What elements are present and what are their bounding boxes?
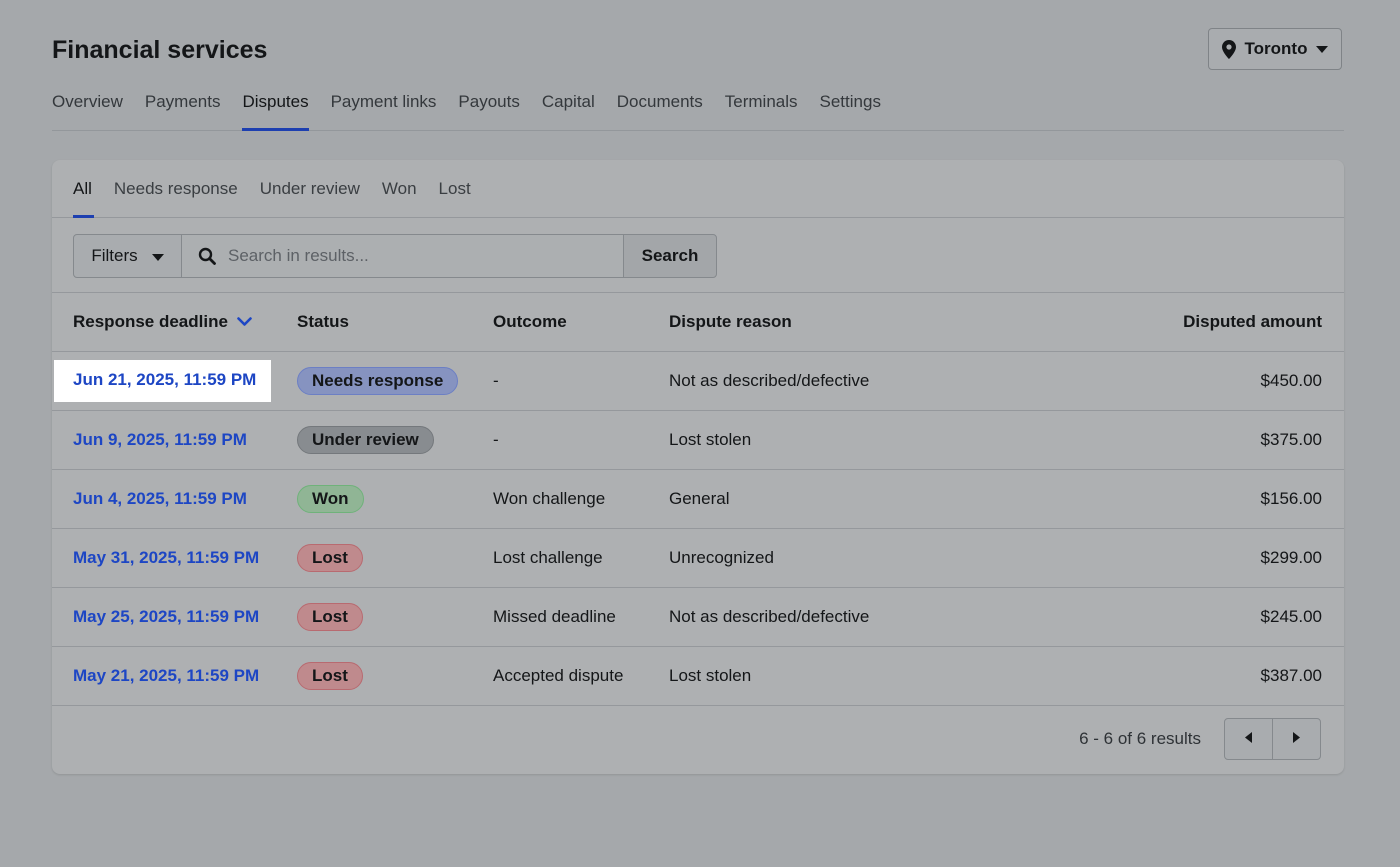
status-badge: Lost xyxy=(297,662,363,690)
table-row: Jun 9, 2025, 11:59 PM Under review - Los… xyxy=(52,410,1344,470)
caret-down-icon xyxy=(151,246,164,266)
reason-cell: General xyxy=(669,469,1082,529)
outcome-cell: - xyxy=(493,410,669,470)
location-selector[interactable]: Toronto xyxy=(1208,28,1342,70)
previous-page-button[interactable] xyxy=(1224,718,1273,760)
table-row: Jun 4, 2025, 11:59 PM Won Won challenge … xyxy=(52,469,1344,529)
nav-tab-capital[interactable]: Capital xyxy=(531,88,606,130)
search-button[interactable]: Search xyxy=(623,234,717,278)
amount-cell: $245.00 xyxy=(1082,587,1344,647)
deadline-link[interactable]: Jun 9, 2025, 11:59 PM xyxy=(73,430,247,450)
outcome-cell: - xyxy=(493,351,669,411)
nav-tab-payment-links[interactable]: Payment links xyxy=(320,88,448,130)
next-page-button[interactable] xyxy=(1272,718,1321,760)
table-row: Jun 21, 2025, 11:59 PM Needs response - … xyxy=(52,351,1344,411)
reason-cell: Not as described/defective xyxy=(669,351,1082,411)
search-field xyxy=(181,234,624,278)
deadline-link[interactable]: Jun 4, 2025, 11:59 PM xyxy=(73,489,247,509)
subtab-lost[interactable]: Lost xyxy=(428,160,482,217)
pagination-summary: 6 - 6 of 6 results xyxy=(1079,729,1201,748)
search-input[interactable] xyxy=(226,245,620,267)
outcome-cell: Lost challenge xyxy=(493,528,669,588)
outcome-cell: Accepted dispute xyxy=(493,646,669,706)
amount-cell: $387.00 xyxy=(1082,646,1344,706)
column-header-reason: Dispute reason xyxy=(669,293,1082,352)
caret-right-icon xyxy=(1293,730,1300,748)
search-icon xyxy=(198,247,216,265)
subtab-won[interactable]: Won xyxy=(371,160,428,217)
amount-cell: $299.00 xyxy=(1082,528,1344,588)
nav-tab-terminals[interactable]: Terminals xyxy=(714,88,809,130)
page: Financial services Toronto Overview Paym… xyxy=(0,0,1400,867)
amount-cell: $450.00 xyxy=(1082,351,1344,411)
column-header-outcome: Outcome xyxy=(493,293,669,352)
status-badge: Under review xyxy=(297,426,434,454)
reason-cell: Lost stolen xyxy=(669,646,1082,706)
status-filter-tabs: All Needs response Under review Won Lost xyxy=(52,160,1344,218)
filters-button[interactable]: Filters xyxy=(73,234,182,278)
caret-down-icon xyxy=(1316,45,1329,53)
disputes-table: Response deadline Status Outcome Dispute… xyxy=(52,293,1344,706)
nav-tab-overview[interactable]: Overview xyxy=(52,88,134,130)
column-header-status: Status xyxy=(297,293,493,352)
status-badge: Lost xyxy=(297,603,363,631)
reason-cell: Unrecognized xyxy=(669,528,1082,588)
amount-cell: $156.00 xyxy=(1082,469,1344,529)
status-badge: Won xyxy=(297,485,364,513)
nav-tab-payments[interactable]: Payments xyxy=(134,88,232,130)
column-header-deadline[interactable]: Response deadline xyxy=(52,293,297,352)
reason-cell: Not as described/defective xyxy=(669,587,1082,647)
subtab-all[interactable]: All xyxy=(73,160,103,218)
table-row: May 31, 2025, 11:59 PM Lost Lost challen… xyxy=(52,528,1344,588)
outcome-cell: Missed deadline xyxy=(493,587,669,647)
reason-cell: Lost stolen xyxy=(669,410,1082,470)
status-badge: Needs response xyxy=(297,367,459,395)
map-pin-icon xyxy=(1221,39,1236,59)
deadline-link[interactable]: May 31, 2025, 11:59 PM xyxy=(73,548,259,568)
table-row: May 25, 2025, 11:59 PM Lost Missed deadl… xyxy=(52,587,1344,647)
nav-tab-settings[interactable]: Settings xyxy=(809,88,892,130)
amount-cell: $375.00 xyxy=(1082,410,1344,470)
deadline-link[interactable]: Jun 21, 2025, 11:59 PM xyxy=(54,360,272,402)
table-row: May 21, 2025, 11:59 PM Lost Accepted dis… xyxy=(52,646,1344,706)
subtab-needs-response[interactable]: Needs response xyxy=(103,160,249,217)
chevron-down-icon xyxy=(237,312,252,332)
outcome-cell: Won challenge xyxy=(493,469,669,529)
deadline-link[interactable]: May 25, 2025, 11:59 PM xyxy=(73,607,259,627)
page-title: Financial services xyxy=(52,36,268,64)
subtab-under-review[interactable]: Under review xyxy=(249,160,371,217)
nav-tab-disputes[interactable]: Disputes xyxy=(231,88,319,131)
main-nav: Overview Payments Disputes Payment links… xyxy=(52,88,1344,131)
column-header-label: Response deadline xyxy=(73,312,228,331)
caret-left-icon xyxy=(1245,730,1252,748)
nav-tab-documents[interactable]: Documents xyxy=(606,88,714,130)
disputes-card: All Needs response Under review Won Lost… xyxy=(52,160,1344,774)
table-header-row: Response deadline Status Outcome Dispute… xyxy=(52,293,1344,352)
filters-label: Filters xyxy=(91,246,138,265)
nav-tab-payouts[interactable]: Payouts xyxy=(447,88,530,130)
search-toolbar: Filters Search xyxy=(52,218,1344,293)
status-badge: Lost xyxy=(297,544,363,572)
location-label: Toronto xyxy=(1244,39,1308,58)
column-header-amount: Disputed amount xyxy=(1082,293,1344,352)
deadline-link[interactable]: May 21, 2025, 11:59 PM xyxy=(73,666,259,686)
pagination: 6 - 6 of 6 results xyxy=(52,704,1344,774)
